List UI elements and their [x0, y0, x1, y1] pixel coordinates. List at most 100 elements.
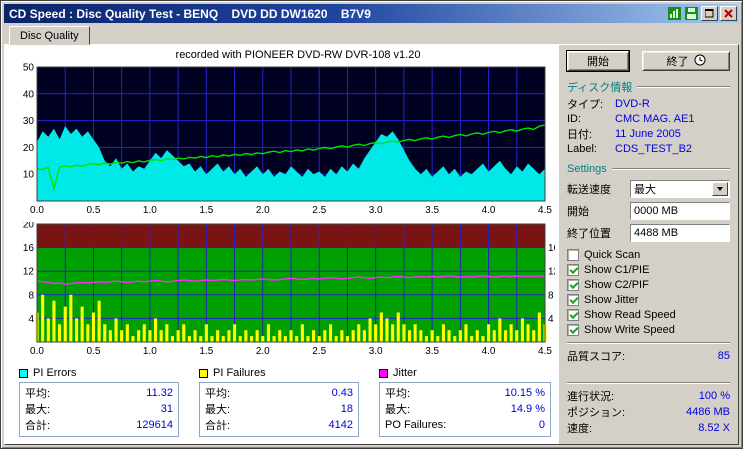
- svg-text:3.0: 3.0: [369, 205, 383, 216]
- svg-text:0.5: 0.5: [86, 346, 100, 357]
- jitter-stats: Jitter 平均: 10.15 % 最大: 14.9 % PO Failures:…: [379, 366, 551, 437]
- svg-text:40: 40: [23, 89, 35, 100]
- svg-text:20: 20: [23, 143, 35, 154]
- tab-disc-quality[interactable]: Disc Quality: [9, 26, 90, 45]
- svg-text:1.5: 1.5: [199, 346, 213, 357]
- progress-row: 進行状況: 100 %: [567, 390, 730, 403]
- speed-row: 転送速度 最大: [567, 179, 730, 199]
- max-label: 最大:: [385, 404, 411, 416]
- graph-icon[interactable]: [667, 7, 682, 21]
- max-value: 31: [160, 403, 173, 415]
- disc-id-row: ID: CMC MAG. AE1: [567, 112, 695, 125]
- speed-label: 転送速度: [567, 184, 611, 196]
- checkbox-box[interactable]: [567, 308, 579, 321]
- end-pos-row: 終了位置: [567, 223, 730, 243]
- start-button-label: 開始: [587, 56, 609, 68]
- svg-text:1.0: 1.0: [143, 346, 157, 357]
- start-button[interactable]: 開始: [566, 50, 630, 72]
- svg-text:16: 16: [23, 243, 35, 254]
- jitter-legend-label: Jitter: [393, 367, 417, 379]
- svg-text:3.0: 3.0: [369, 346, 383, 357]
- total-label: 合計:: [25, 420, 51, 432]
- end-pos-label: 終了位置: [567, 228, 611, 240]
- checkbox-label: Show C1/PIE: [584, 263, 650, 276]
- svg-text:2.5: 2.5: [312, 346, 326, 357]
- pi-errors-chart: 10 20 30 40 50 0.0 0.5 1.0 1.5 2.0 2.5 3.0 3.5 4.0 4.5: [11, 63, 559, 222]
- svg-text:8: 8: [28, 290, 34, 301]
- checkbox-box[interactable]: [567, 293, 579, 306]
- pi-errors-legend-label: PI Errors: [33, 367, 77, 379]
- pi-errors-box: 平均: 11.32 最大: 31 合計: 129614: [19, 382, 179, 437]
- exit-button[interactable]: 終了: [642, 51, 730, 71]
- avg-value: 11.32: [146, 387, 173, 399]
- checkbox-box[interactable]: [567, 323, 579, 336]
- maximize-button[interactable]: [701, 6, 718, 21]
- side-panel: 開始 終了 ディスク情報 タイプ: DVD-R ID: CMC MAG. AE1 日…: [559, 45, 738, 444]
- checkbox-show-read-speed[interactable]: Show Read Speed: [567, 307, 730, 322]
- po-failures-label: PO Failures:: [385, 419, 447, 431]
- svg-text:12: 12: [548, 267, 555, 278]
- checkbox-show-jitter[interactable]: Show Jitter: [567, 292, 730, 307]
- total-value: 4142: [328, 419, 353, 431]
- checkbox-show-c1-pie[interactable]: Show C1/PIE: [567, 262, 730, 277]
- svg-text:20: 20: [23, 222, 35, 231]
- svg-text:1.5: 1.5: [199, 205, 213, 216]
- svg-text:1.0: 1.0: [143, 205, 157, 216]
- svg-text:12: 12: [23, 267, 35, 278]
- pi-failures-stats: PI Failures 平均: 0.43 最大: 18 合計: 4142: [199, 366, 359, 437]
- svg-text:8: 8: [548, 290, 554, 301]
- svg-text:30: 30: [23, 116, 35, 127]
- svg-text:4.0: 4.0: [482, 346, 496, 357]
- checkbox-box[interactable]: [567, 248, 579, 261]
- start-position-input[interactable]: [630, 202, 730, 220]
- app-window: CD Speed : Disc Quality Test - BENQ DVD …: [0, 0, 743, 449]
- avg-value: 0.43: [331, 387, 353, 399]
- svg-text:4.5: 4.5: [538, 346, 552, 357]
- stats-row: PI Errors 平均: 11.32 最大: 31 合計: 129614 PI Fa…: [11, 366, 559, 437]
- svg-text:2.0: 2.0: [256, 205, 270, 216]
- svg-text:0.0: 0.0: [30, 205, 44, 216]
- position-row: ポジション: 4486 MB: [567, 406, 730, 419]
- max-value: 18: [340, 403, 353, 415]
- checkbox-quick-scan[interactable]: Quick Scan: [567, 247, 730, 262]
- start-pos-label: 開始: [567, 206, 589, 218]
- recorder-caption: recorded with PIONEER DVD-RW DVR-108 v1.…: [175, 49, 421, 61]
- checkbox-box[interactable]: [567, 263, 579, 276]
- end-position-input[interactable]: [630, 224, 730, 242]
- svg-text:50: 50: [23, 63, 35, 74]
- quality-score-label: 品質スコア:: [567, 351, 626, 363]
- pi-failures-box: 平均: 0.43 最大: 18 合計: 4142: [199, 382, 359, 437]
- disc-type-row: タイプ: DVD-R: [567, 97, 650, 111]
- svg-text:0.5: 0.5: [86, 205, 100, 216]
- checkbox-label: Show Read Speed: [584, 308, 676, 321]
- max-label: 最大:: [205, 404, 231, 416]
- checkbox-show-write-speed[interactable]: Show Write Speed: [567, 322, 730, 337]
- settings-header: Settings: [567, 161, 730, 176]
- svg-text:4: 4: [548, 314, 554, 325]
- titlebar: CD Speed : Disc Quality Test - BENQ DVD …: [4, 4, 739, 23]
- disc-info-header: ディスク情報: [567, 79, 730, 94]
- tab-label: Disc Quality: [20, 30, 79, 42]
- speed-value-row: 速度: 8.52 X: [567, 422, 730, 435]
- pi-failures-swatch: [199, 368, 208, 378]
- start-pos-row: 開始: [567, 201, 730, 221]
- save-icon[interactable]: [684, 7, 699, 21]
- svg-text:2.5: 2.5: [312, 205, 326, 216]
- svg-text:3.5: 3.5: [425, 346, 439, 357]
- checkbox-show-c2-pif[interactable]: Show C2/PIF: [567, 277, 730, 292]
- max-label: 最大:: [25, 404, 51, 416]
- checkbox-label: Show Write Speed: [584, 323, 675, 336]
- close-button[interactable]: [720, 6, 737, 21]
- svg-text:4.0: 4.0: [482, 205, 496, 216]
- svg-text:3.5: 3.5: [425, 205, 439, 216]
- checkbox-label: Quick Scan: [584, 248, 641, 261]
- pi-failures-legend-label: PI Failures: [213, 367, 266, 379]
- separator: [567, 342, 730, 344]
- speed-select-value: 最大: [634, 184, 656, 196]
- speed-select[interactable]: 最大: [630, 180, 730, 198]
- chevron-down-icon[interactable]: [712, 182, 728, 196]
- checkbox-label: Show C2/PIF: [584, 278, 649, 291]
- checkbox-label: Show Jitter: [584, 293, 639, 306]
- checkbox-box[interactable]: [567, 278, 579, 291]
- main-panel: recorded with PIONEER DVD-RW DVR-108 v1.…: [4, 44, 739, 445]
